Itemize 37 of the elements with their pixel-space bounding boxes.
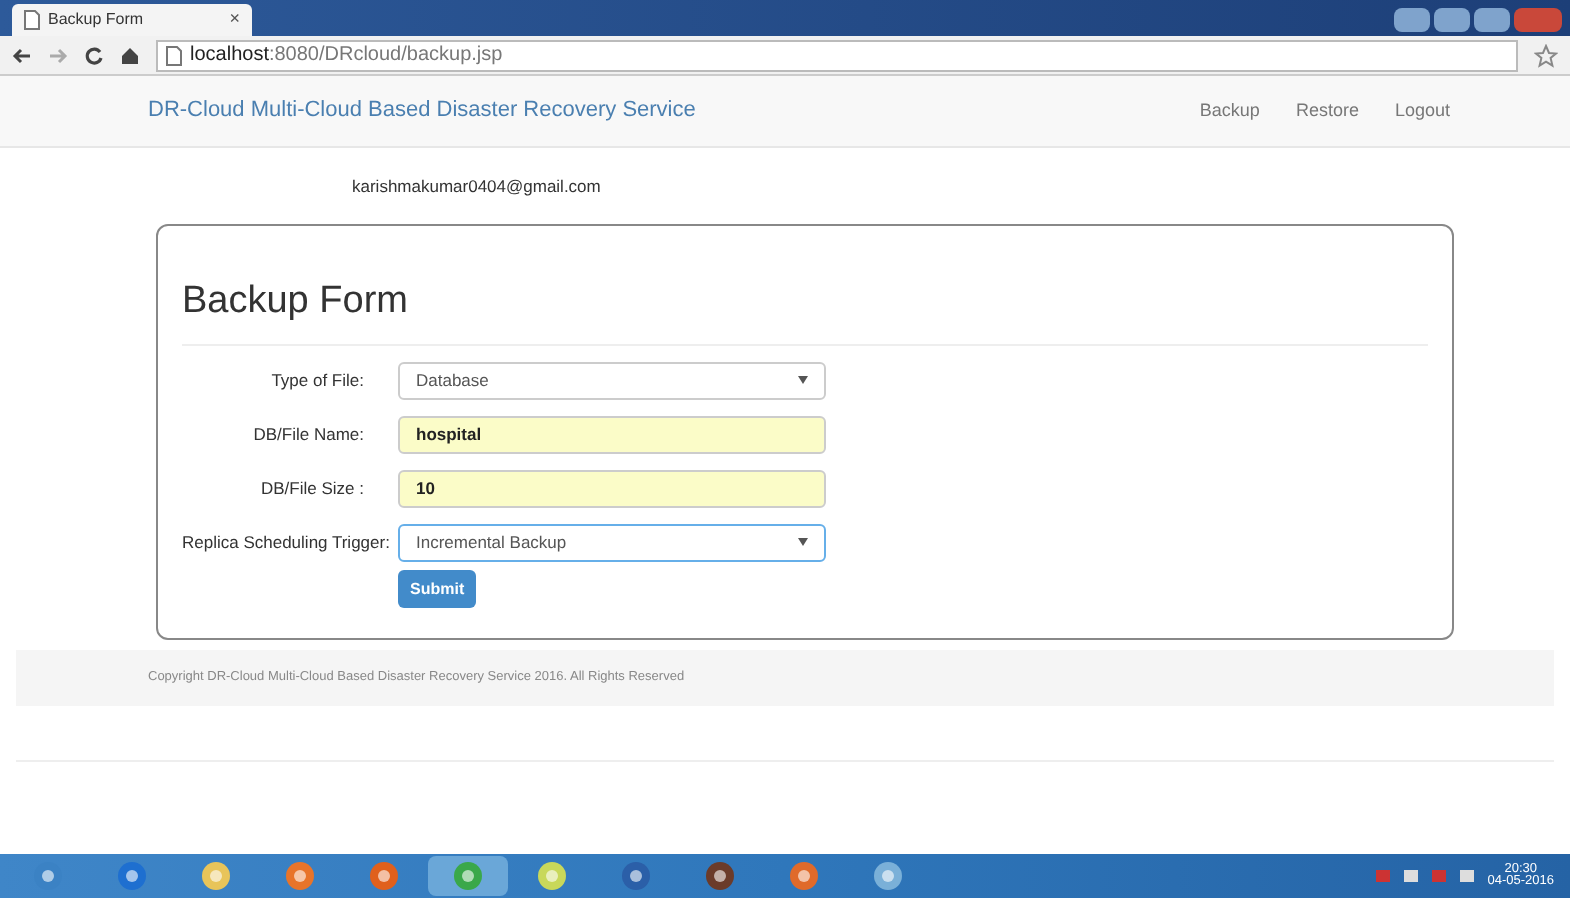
home-icon[interactable] — [120, 45, 140, 65]
nav-link[interactable]: Logout — [1394, 97, 1450, 125]
tab-close-button[interactable]: × — [229, 6, 240, 34]
input-field[interactable]: hospital — [398, 415, 826, 453]
page-icon — [166, 45, 182, 65]
dropdown-value: Incremental Backup — [416, 529, 567, 555]
forward-icon[interactable] — [48, 47, 68, 63]
field-label: DB/File Name: — [251, 421, 366, 447]
taskbar-app-icon[interactable] — [428, 856, 508, 896]
nav-link[interactable]: Restore — [1295, 97, 1359, 125]
field-label: DB/File Size : — [259, 475, 366, 501]
brand-title[interactable]: DR-Cloud Multi-Cloud Based Disaster Recovery Service — [148, 94, 696, 128]
caret-icon — [798, 376, 808, 384]
dropdown-field[interactable]: Database — [398, 361, 826, 399]
url-text: localhost:8080/DRcloud/backup.jsp — [190, 42, 503, 70]
star-icon[interactable] — [1534, 43, 1558, 67]
address-field[interactable]: localhost:8080/DRcloud/backup.jsp — [156, 39, 1518, 71]
field-label: Replica Scheduling Trigger: — [182, 529, 392, 555]
input-field[interactable]: 10 — [398, 469, 826, 507]
nav-link[interactable]: Backup — [1199, 97, 1260, 125]
close-button[interactable] — [1514, 8, 1562, 32]
dropdown-value: Database — [416, 367, 489, 393]
field-label: Type of File: — [269, 367, 366, 393]
submit-button[interactable]: Submit — [398, 570, 477, 608]
tab-title: Backup Form — [48, 8, 144, 32]
back-icon[interactable] — [12, 47, 32, 63]
user-email: karishmakumar0404@gmail.com — [352, 173, 601, 199]
tray-icons[interactable] — [1375, 868, 1476, 884]
caret-icon — [798, 538, 808, 546]
page-icon — [24, 10, 40, 30]
maximize-button[interactable] — [1474, 8, 1510, 32]
form-title: Backup Form — [182, 226, 1428, 345]
browser-tab[interactable]: Backup Form × — [12, 4, 252, 36]
minimize-button[interactable] — [1434, 8, 1470, 32]
dropdown-field[interactable]: Incremental Backup — [398, 523, 826, 561]
user-button[interactable] — [1394, 8, 1430, 32]
reload-icon[interactable] — [84, 45, 104, 65]
